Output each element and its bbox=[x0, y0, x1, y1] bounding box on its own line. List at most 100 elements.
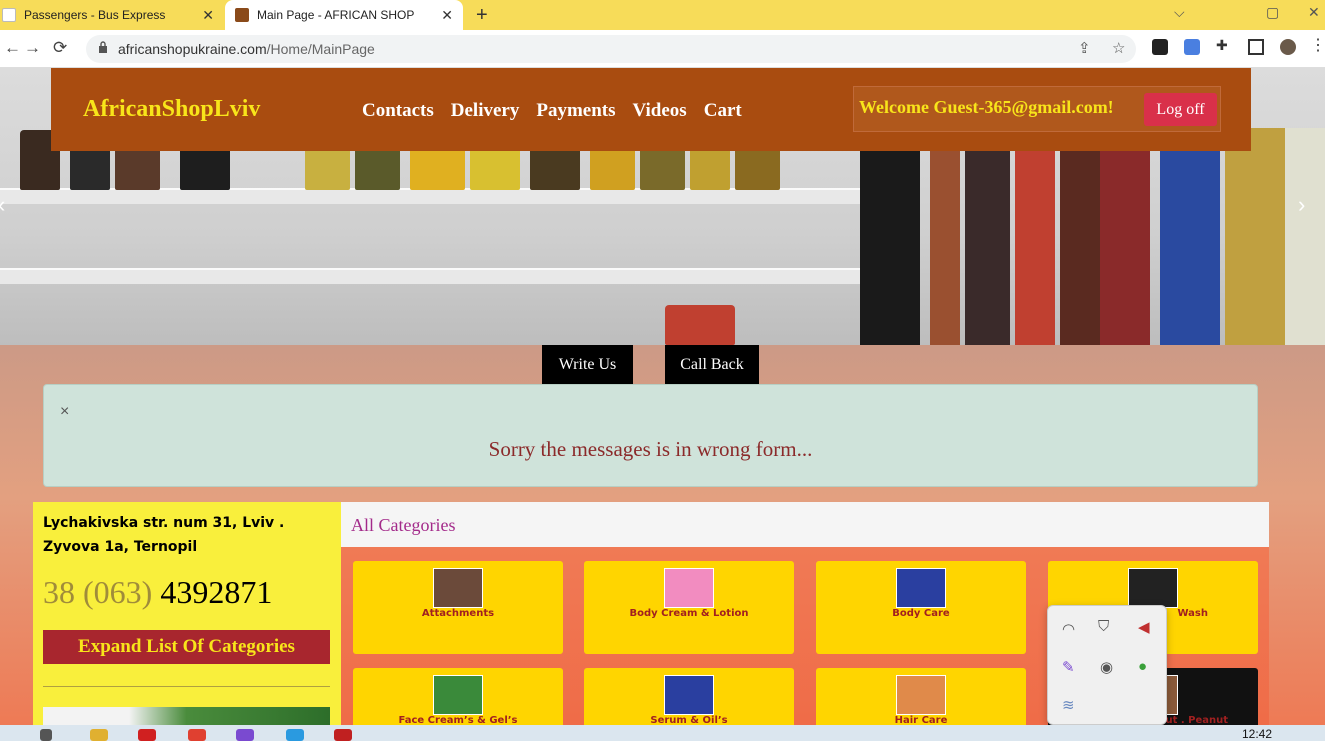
shield-icon[interactable]: ⛉ bbox=[1098, 618, 1109, 635]
wifi-icon[interactable]: ◠ bbox=[1062, 620, 1075, 638]
back-arrow-icon[interactable]: ← bbox=[4, 38, 21, 58]
close-window-button[interactable]: ✕ bbox=[1308, 4, 1320, 21]
product-image bbox=[665, 305, 735, 345]
app-icon[interactable] bbox=[334, 729, 352, 741]
extension-icon[interactable] bbox=[1152, 39, 1168, 55]
category-thumbnail bbox=[433, 568, 483, 608]
share-icon[interactable]: ⇪ bbox=[1078, 39, 1091, 57]
product-image bbox=[1225, 128, 1285, 345]
category-label: Serum & Oil’s bbox=[650, 715, 728, 725]
category-label: Hair Care bbox=[894, 715, 948, 725]
lock-icon bbox=[99, 41, 107, 53]
translate-icon[interactable] bbox=[1184, 39, 1200, 55]
pen-icon[interactable]: ✎ bbox=[1062, 658, 1075, 676]
expand-categories-button[interactable]: Expand List Of Categories bbox=[43, 630, 330, 664]
carousel-prev-icon[interactable]: ‹ bbox=[0, 192, 5, 218]
brand-logo[interactable]: AfricanShopLviv bbox=[83, 96, 260, 123]
categories-header: All Categories bbox=[341, 502, 1269, 547]
category-thumbnail bbox=[664, 675, 714, 715]
close-tab-icon[interactable]: ✕ bbox=[441, 7, 453, 24]
maximize-button[interactable]: ▢ bbox=[1266, 4, 1279, 21]
browser-tab-passengers[interactable]: Passengers - Bus Express ✕ bbox=[0, 0, 224, 30]
phone-prefix: 38 (063) bbox=[43, 574, 153, 610]
profile-avatar[interactable] bbox=[1280, 39, 1296, 55]
category-card[interactable]: Serum & Oil’s bbox=[584, 668, 794, 725]
log-off-button[interactable]: Log off bbox=[1144, 93, 1217, 126]
taskbar-clock[interactable]: 12:42 bbox=[1242, 727, 1272, 741]
visual-studio-icon[interactable] bbox=[236, 729, 254, 741]
system-tray-flyout: ◠ ⛉ ◀ ✎ ◉ ● ≋ bbox=[1047, 605, 1167, 725]
call-back-button[interactable]: Call Back bbox=[665, 345, 759, 384]
camera-icon[interactable]: ◉ bbox=[1100, 658, 1113, 676]
contact-sidebar: Lychakivska str. num 31, Lviv . Zyvova 1… bbox=[33, 502, 341, 725]
welcome-text: Welcome Guest-365@gmail.com! bbox=[859, 97, 1114, 117]
user-panel: Welcome Guest-365@gmail.com! Log off bbox=[853, 86, 1221, 132]
skype-icon[interactable] bbox=[286, 729, 304, 741]
write-us-button[interactable]: Write Us bbox=[542, 345, 633, 384]
minimize-button[interactable]: ⌵ bbox=[1174, 4, 1185, 21]
category-card[interactable]: Body Care bbox=[816, 561, 1026, 654]
tab-title: Passengers - Bus Express bbox=[24, 8, 166, 22]
store-address: Lychakivska str. num 31, Lviv . Zyvova 1… bbox=[43, 515, 285, 555]
browser-tab-strip: Passengers - Bus Express ✕ Main Page - A… bbox=[0, 0, 1325, 30]
page-viewport: ‹ › AfricanShopLviv Contacts Delivery Pa… bbox=[0, 68, 1325, 725]
product-image bbox=[1285, 128, 1325, 345]
product-image bbox=[930, 128, 960, 345]
browser-tab-african-shop[interactable]: Main Page - AFRICAN SHOP ✕ bbox=[225, 0, 463, 30]
category-card[interactable]: Attachments bbox=[353, 561, 563, 654]
search-icon[interactable] bbox=[40, 729, 52, 741]
reload-icon[interactable]: ⟳ bbox=[53, 38, 67, 58]
browser-toolbar: ← → ⟳ africanshopukraine.com/Home/MainPa… bbox=[0, 30, 1325, 68]
product-image bbox=[1100, 128, 1150, 345]
new-tab-button[interactable]: + bbox=[476, 4, 488, 27]
side-panel-icon[interactable] bbox=[1248, 39, 1264, 55]
category-thumbnail bbox=[896, 675, 946, 715]
category-thumbnail bbox=[896, 568, 946, 608]
site-navbar: AfricanShopLviv Contacts Delivery Paymen… bbox=[51, 68, 1251, 151]
network-icon[interactable]: ≋ bbox=[1062, 696, 1075, 714]
chrome-icon[interactable] bbox=[188, 729, 206, 741]
main-menu: Contacts Delivery Payments Videos Cart bbox=[362, 100, 742, 122]
product-image bbox=[1160, 128, 1220, 345]
phone-main: 4392871 bbox=[160, 574, 273, 610]
shelf bbox=[0, 268, 860, 284]
divider bbox=[43, 686, 330, 687]
phone-number[interactable]: 38 (063) 4392871 bbox=[43, 574, 272, 611]
forward-arrow-icon[interactable]: → bbox=[24, 38, 41, 58]
carousel-next-icon[interactable]: › bbox=[1298, 192, 1305, 218]
nav-cart[interactable]: Cart bbox=[704, 100, 742, 122]
category-thumbnail bbox=[433, 675, 483, 715]
category-card[interactable]: Hair Care bbox=[816, 668, 1026, 725]
url-text: africanshopukraine.com/Home/MainPage bbox=[118, 41, 375, 57]
categories-title: All Categories bbox=[351, 515, 456, 535]
url-path: /Home/MainPage bbox=[266, 41, 375, 57]
nav-videos[interactable]: Videos bbox=[633, 100, 687, 122]
category-label: Body Cream & Lotion bbox=[629, 608, 749, 619]
category-label: Attachments bbox=[421, 608, 495, 619]
check-icon[interactable]: ● bbox=[1138, 658, 1147, 675]
product-image bbox=[1015, 128, 1055, 345]
page-icon bbox=[2, 8, 16, 22]
tab-title: Main Page - AFRICAN SHOP bbox=[257, 8, 415, 22]
category-card[interactable]: Body Cream & Lotion bbox=[584, 561, 794, 654]
speaker-icon[interactable]: ◀ bbox=[1138, 618, 1150, 636]
close-alert-icon[interactable]: × bbox=[60, 403, 69, 421]
more-menu-icon[interactable]: ⋮ bbox=[1310, 35, 1325, 54]
close-tab-icon[interactable]: ✕ bbox=[202, 7, 214, 24]
nav-delivery[interactable]: Delivery bbox=[451, 100, 520, 122]
shop-banner-image bbox=[43, 707, 330, 725]
category-thumbnail bbox=[664, 568, 714, 608]
file-explorer-icon[interactable] bbox=[90, 729, 108, 741]
extensions-puzzle-icon[interactable]: ✚ bbox=[1216, 37, 1232, 53]
product-image bbox=[1060, 128, 1100, 345]
nav-contacts[interactable]: Contacts bbox=[362, 100, 434, 122]
bookmark-star-icon[interactable]: ☆ bbox=[1112, 39, 1125, 57]
category-card[interactable]: Face Cream’s & Gel’s bbox=[353, 668, 563, 725]
opera-icon[interactable] bbox=[138, 729, 156, 741]
address-bar[interactable]: africanshopukraine.com/Home/MainPage ⇪ ☆ bbox=[86, 35, 1136, 63]
product-image bbox=[965, 128, 1010, 345]
product-image bbox=[860, 128, 920, 345]
error-alert: × Sorry the messages is in wrong form... bbox=[43, 384, 1258, 487]
category-label: Body Care bbox=[892, 608, 950, 619]
nav-payments[interactable]: Payments bbox=[536, 100, 615, 122]
